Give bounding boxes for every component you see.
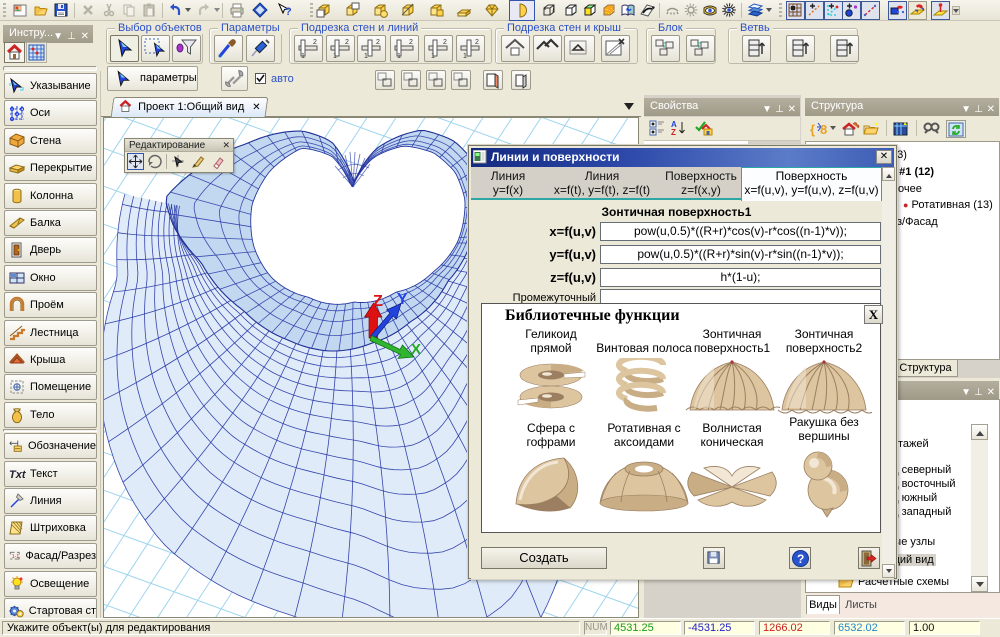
svg-text:2: 2	[475, 39, 479, 46]
svg-text:Y: Y	[397, 291, 408, 308]
svg-text:1: 1	[333, 53, 337, 60]
svg-text:2: 2	[409, 39, 413, 46]
svg-text:2: 2	[313, 39, 317, 46]
svg-text:1: 1	[463, 53, 467, 60]
svg-text:Z: Z	[671, 128, 676, 137]
svg-text:{: {	[810, 122, 815, 137]
svg-text:1-1: 1-1	[12, 554, 20, 560]
svg-text:?: ?	[285, 6, 292, 18]
svg-text:2: 2	[376, 39, 380, 46]
svg-text:Z: Z	[373, 293, 383, 310]
svg-text:1: 1	[431, 53, 435, 60]
svg-text:8: 8	[820, 122, 827, 137]
svg-text:2: 2	[443, 39, 447, 46]
svg-text:1: 1	[364, 53, 368, 60]
svg-text:Txt: Txt	[9, 469, 26, 481]
svg-text:1: 1	[397, 53, 401, 60]
svg-text:2: 2	[345, 39, 349, 46]
svg-text:X: X	[411, 341, 421, 358]
svg-text:?: ?	[797, 552, 804, 566]
svg-text:1: 1	[301, 53, 305, 60]
